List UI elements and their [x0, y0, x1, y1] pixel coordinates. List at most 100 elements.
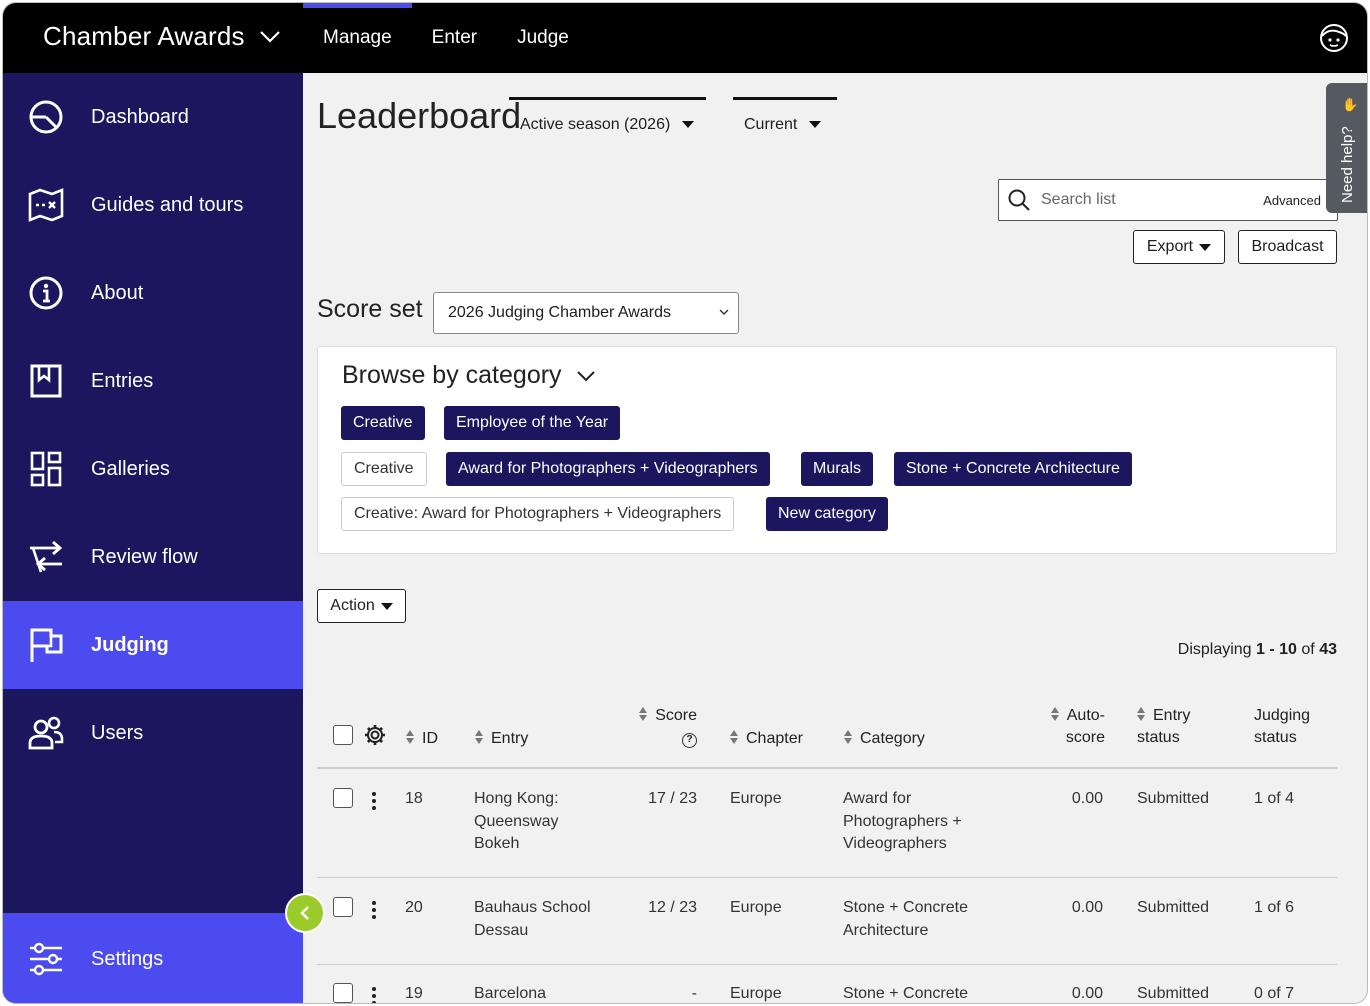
chevron-left-icon: [300, 906, 309, 920]
nav-manage[interactable]: Manage: [303, 3, 412, 73]
sidebar-item-judging[interactable]: Judging: [3, 601, 303, 689]
broadcast-button[interactable]: Broadcast: [1238, 230, 1337, 264]
cell-id: 18: [405, 790, 423, 807]
advanced-search-link[interactable]: Advanced: [1263, 193, 1321, 208]
sidebar-item-review-flow[interactable]: Review flow: [3, 513, 303, 601]
cell-chapter: Europe: [730, 899, 782, 916]
browse-toggle[interactable]: Browse by category: [342, 361, 596, 390]
score-set-value: 2026 Judging Chamber Awards: [448, 304, 671, 321]
col-entry-status-label-1: Entry: [1153, 707, 1191, 724]
more-options-icon[interactable]: [372, 987, 376, 1003]
col-chapter-label: Chapter: [746, 730, 803, 747]
season-filter-label: Active season (2026): [520, 115, 671, 133]
col-category-label: Category: [860, 730, 925, 747]
table-row[interactable]: 20 Bauhaus School Dessau 12 / 23 Europe …: [317, 879, 1337, 965]
flag-icon: [27, 626, 65, 664]
map-icon: [27, 186, 65, 224]
export-button[interactable]: Export: [1133, 230, 1225, 264]
sidebar-item-guides[interactable]: Guides and tours: [3, 161, 303, 249]
sidebar-item-settings[interactable]: Settings: [3, 913, 303, 1003]
category-chip[interactable]: Creative: [341, 452, 427, 486]
settings-label: Settings: [91, 947, 164, 970]
col-entry-status-label-2: status: [1137, 729, 1180, 746]
users-icon: [27, 714, 65, 752]
main-content: Leaderboard Active season (2026) Current…: [303, 73, 1367, 1003]
row-checkbox[interactable]: [333, 983, 353, 1003]
collapse-sidebar-button[interactable]: [285, 893, 325, 933]
category-chip[interactable]: Creative: Award for Photographers + Vide…: [341, 497, 735, 531]
gear-icon[interactable]: [363, 723, 387, 747]
col-autoscore[interactable]: Auto-score: [1043, 705, 1105, 749]
more-options-icon[interactable]: [372, 901, 376, 919]
col-category[interactable]: Category: [844, 728, 925, 750]
need-help-tab[interactable]: ✋ Need help?: [1326, 83, 1367, 213]
cell-id: 19: [405, 985, 423, 1002]
row-checkbox[interactable]: [333, 788, 353, 808]
category-chip[interactable]: New category: [766, 497, 888, 531]
sidebar-item-label: About: [91, 281, 144, 304]
search-input[interactable]: Search list Advanced: [998, 179, 1338, 221]
table-row[interactable]: 19 Barcelona - Europe Stone + Concrete 0…: [317, 965, 1337, 1003]
cell-id: 20: [405, 899, 423, 916]
col-judging-status-label-2: status: [1254, 729, 1297, 746]
round-filter-label: Current: [744, 115, 798, 133]
col-score-label: Score: [655, 707, 697, 724]
nav-enter[interactable]: Enter: [412, 3, 497, 73]
browse-by-category-panel: Browse by category Creative Employee of …: [317, 346, 1337, 554]
score-set-select[interactable]: 2026 Judging Chamber Awards: [433, 292, 739, 334]
cell-entry[interactable]: Bauhaus School Dessau: [474, 897, 614, 942]
app-switcher[interactable]: Chamber Awards: [43, 21, 281, 52]
category-chip[interactable]: Creative: [341, 406, 425, 440]
more-options-icon[interactable]: [372, 792, 376, 810]
action-label: Action: [330, 597, 375, 614]
cell-entry[interactable]: Hong Kong: Queensway Bokeh: [474, 788, 584, 856]
sidebar-item-entries[interactable]: Entries: [3, 337, 303, 425]
select-all-checkbox[interactable]: [333, 725, 353, 745]
search-placeholder: Search list: [1041, 191, 1116, 208]
sidebar-item-about[interactable]: About: [3, 249, 303, 337]
nav-judge[interactable]: Judge: [497, 3, 589, 73]
season-filter[interactable]: Active season (2026): [509, 97, 706, 137]
help-question-icon[interactable]: ?: [682, 732, 697, 748]
caret-down-icon: [682, 121, 695, 128]
review-flow-icon: [27, 538, 65, 576]
col-score[interactable]: Score?: [637, 705, 697, 749]
sidebar-item-label: Users: [91, 721, 144, 744]
col-entry-status[interactable]: Entry status: [1137, 705, 1190, 749]
category-chip[interactable]: Stone + Concrete Architecture: [894, 452, 1132, 486]
pagination-summary: Displaying 1 - 10 of 43: [1178, 641, 1337, 659]
displaying-of: of: [1301, 641, 1315, 658]
dashboard-icon: [27, 98, 65, 136]
user-avatar-icon[interactable]: [1319, 23, 1349, 53]
col-id[interactable]: ID: [406, 728, 438, 750]
category-chip[interactable]: Murals: [801, 452, 874, 486]
cell-entry-status: Submitted: [1137, 899, 1210, 916]
cell-chapter: Europe: [730, 985, 782, 1002]
category-chip[interactable]: Award for Photographers + Videographers: [446, 452, 770, 486]
top-nav: Manage Enter Judge: [303, 3, 589, 73]
category-chip[interactable]: Employee of the Year: [444, 406, 621, 440]
sort-icon: [406, 730, 415, 744]
displaying-prefix: Displaying: [1177, 641, 1252, 658]
sidebar-item-label: Galleries: [91, 457, 170, 480]
sidebar: Dashboard Guides and tours About Entries…: [3, 73, 303, 1003]
col-autoscore-label-2: score: [1065, 729, 1105, 746]
page-title: Leaderboard: [317, 95, 522, 136]
sidebar-item-label: Entries: [91, 369, 154, 392]
action-button[interactable]: Action: [317, 589, 406, 623]
round-filter[interactable]: Current: [733, 97, 837, 137]
caret-down-icon: [809, 121, 822, 128]
search-icon: [1008, 189, 1030, 211]
row-checkbox[interactable]: [333, 897, 353, 917]
col-chapter[interactable]: Chapter: [730, 728, 803, 750]
chevron-down-icon: [259, 30, 280, 43]
col-entry[interactable]: Entry: [475, 728, 528, 750]
table-row[interactable]: 18 Hong Kong: Queensway Bokeh 17 / 23 Eu…: [317, 770, 1337, 878]
sidebar-item-galleries[interactable]: Galleries: [3, 425, 303, 513]
sidebar-item-label: Review flow: [91, 545, 198, 568]
sidebar-item-users[interactable]: Users: [3, 689, 303, 777]
chevron-down-icon: [719, 309, 729, 315]
sidebar-item-label: Judging: [91, 633, 169, 656]
sidebar-item-dashboard[interactable]: Dashboard: [3, 73, 303, 161]
cell-entry[interactable]: Barcelona: [474, 983, 614, 1003]
